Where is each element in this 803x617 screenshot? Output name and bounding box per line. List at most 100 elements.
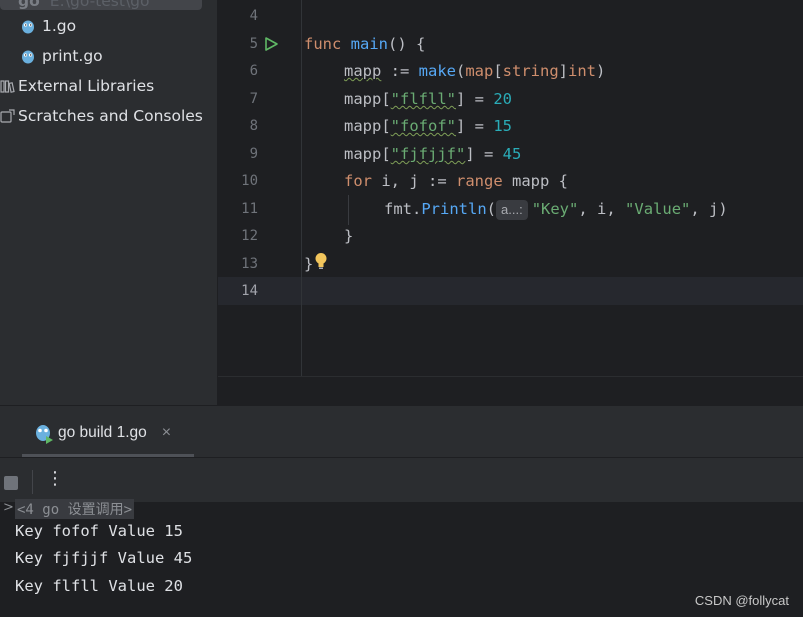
tree-item-scratches[interactable]: Scratches and Consoles xyxy=(0,101,203,131)
go-gopher-icon xyxy=(22,20,34,34)
run-panel: go build 1.go × ⋮ > <4 go 设置调用> Key fofo… xyxy=(0,405,803,617)
keyword: for xyxy=(344,172,372,190)
keyword: range xyxy=(456,172,503,190)
type: string xyxy=(502,62,559,80)
code-line-13: } xyxy=(304,251,313,278)
function-name: main xyxy=(350,35,388,53)
watermark: CSDN @follycat xyxy=(694,593,789,608)
indent-guide xyxy=(348,195,349,225)
tree-item-label: 1.go xyxy=(42,17,77,35)
more-options-icon[interactable]: ⋮ xyxy=(46,468,64,489)
code-line-5: func main() { xyxy=(304,31,425,58)
run-icon[interactable] xyxy=(263,36,279,52)
keyword: map xyxy=(465,62,494,80)
line-number: 5 xyxy=(249,36,258,52)
go-run-config-icon xyxy=(36,425,53,444)
line-number: 8 xyxy=(249,118,258,134)
tree-item-label: Scratches and Consoles xyxy=(18,107,203,125)
line-number: 6 xyxy=(249,63,258,79)
go-gopher-icon xyxy=(22,50,34,64)
keyword: func xyxy=(304,35,342,53)
number-literal: 15 xyxy=(493,117,512,135)
code-line-9: mapp["fjfjjf"] = 45 xyxy=(344,141,521,168)
run-toolbar: ⋮ xyxy=(0,457,803,503)
code-text: , i, xyxy=(578,200,626,218)
stop-button[interactable] xyxy=(4,476,18,490)
gutter-separator xyxy=(301,0,302,376)
console-line: Key fjfjjf Value 45 xyxy=(15,549,193,567)
code-text: () { xyxy=(388,35,426,53)
string-literal: "Value" xyxy=(625,200,691,218)
code-text: ] = xyxy=(465,145,503,163)
code-text: [ xyxy=(381,90,391,108)
code-text: } xyxy=(344,227,354,245)
code-line-11: fmt.Println(a...: "Key", i, "Value", j) xyxy=(384,196,728,223)
code-text: mapp { xyxy=(502,172,568,190)
code-line-7: mapp["flfll"] = 20 xyxy=(344,86,512,113)
package-name: fmt. xyxy=(384,200,422,218)
tree-item-1go[interactable]: 1.go xyxy=(20,11,76,41)
tree-item-label: print.go xyxy=(42,47,103,65)
string-literal: "flfll" xyxy=(390,90,456,108)
variable: mapp xyxy=(344,117,382,135)
code-text: ] = xyxy=(456,90,494,108)
console-output[interactable]: > <4 go 设置调用> Key fofof Value 15 Key fjf… xyxy=(0,499,803,617)
line-number: 11 xyxy=(241,201,258,217)
console-line: Key fofof Value 15 xyxy=(15,522,183,540)
string-literal: "Key" xyxy=(531,200,579,218)
lightbulb-icon[interactable] xyxy=(314,252,328,270)
variable: mapp xyxy=(344,62,382,80)
run-tab-label: go build 1.go xyxy=(58,424,147,441)
code-line-10: for i, j := range mapp { xyxy=(344,168,568,195)
library-icon xyxy=(0,80,15,93)
close-icon[interactable]: × xyxy=(162,424,171,442)
root-folder-path: E:\go-test\go xyxy=(49,0,150,10)
console-header: <4 go 设置调用> xyxy=(15,499,135,519)
tree-item-printgo[interactable]: print.go xyxy=(20,41,103,71)
number-literal: 45 xyxy=(502,145,522,163)
code-text: ] xyxy=(558,62,569,80)
number-literal: 20 xyxy=(493,90,512,108)
line-number: 4 xyxy=(249,8,258,24)
code-line-12: } xyxy=(344,223,353,250)
type: int xyxy=(568,62,597,80)
code-line-6: mapp := make(map[string]int) xyxy=(344,58,605,85)
code-text: := xyxy=(381,62,419,80)
code-text: } xyxy=(304,255,314,273)
current-line-highlight xyxy=(218,277,803,305)
line-number: 13 xyxy=(241,256,258,272)
chevron-right-icon: > xyxy=(3,500,14,515)
scratches-icon xyxy=(0,109,15,123)
tree-item-label: External Libraries xyxy=(18,77,155,95)
code-text: [ xyxy=(493,62,503,80)
line-number: 9 xyxy=(249,146,258,162)
editor-bottom-area xyxy=(218,376,803,406)
code-text: [ xyxy=(381,117,391,135)
console-line: Key flfll Value 20 xyxy=(15,577,183,595)
function-name: Println xyxy=(421,200,487,218)
code-text: i, j := xyxy=(372,172,456,190)
code-line-8: mapp["fofof"] = 15 xyxy=(344,113,512,140)
toolbar-separator xyxy=(32,470,33,494)
root-folder-label: go xyxy=(18,0,40,10)
builtin-function: make xyxy=(418,62,456,80)
tree-item-external-libraries[interactable]: External Libraries xyxy=(0,71,154,101)
string-literal: "fofof" xyxy=(390,117,456,135)
variable: mapp xyxy=(344,145,382,163)
parameter-hint: a...: xyxy=(496,200,528,220)
project-panel: go E:\go-test\go 1.go print.go External … xyxy=(0,0,218,405)
line-number: 12 xyxy=(241,228,258,244)
code-text: [ xyxy=(381,145,391,163)
variable: mapp xyxy=(344,90,382,108)
code-text: ] = xyxy=(456,117,494,135)
string-literal: "fjfjjf" xyxy=(390,145,466,163)
run-tab[interactable]: go build 1.go × xyxy=(33,418,171,448)
line-number: 7 xyxy=(249,91,258,107)
code-text: ) xyxy=(596,62,606,80)
code-text: ( xyxy=(455,62,466,80)
line-number: 10 xyxy=(241,173,258,189)
line-number: 14 xyxy=(241,283,258,299)
code-text: ( xyxy=(486,200,496,218)
code-text: , j) xyxy=(690,200,728,218)
code-editor[interactable]: 4 5 6 7 8 9 10 11 12 13 14 func main() {… xyxy=(218,0,803,376)
